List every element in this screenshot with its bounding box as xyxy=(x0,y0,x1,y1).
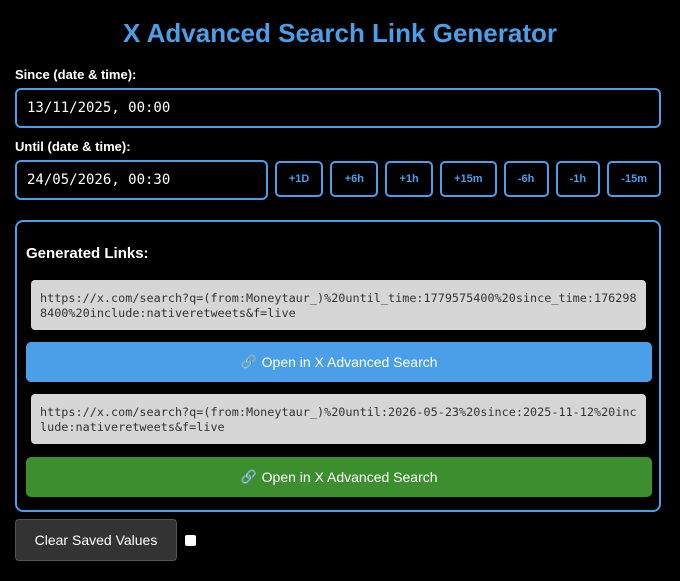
link-icon: 🔗 xyxy=(240,469,257,484)
open-link-button-timestamp[interactable]: 🔗 Open in X Advanced Search xyxy=(26,342,652,382)
open-link-button-date[interactable]: 🔗 Open in X Advanced Search xyxy=(26,457,652,497)
generated-links-panel: Generated Links: https://x.com/search?q=… xyxy=(15,220,661,512)
open-link-label: Open in X Advanced Search xyxy=(261,469,438,485)
since-label: Since (date & time): xyxy=(15,67,137,82)
minus-15-minutes-button[interactable]: -15m xyxy=(607,161,662,197)
since-input[interactable]: 13/11/2025, 00:00 xyxy=(15,88,661,128)
clear-saved-values-button[interactable]: Clear Saved Values xyxy=(15,519,177,561)
until-row: 24/05/2026, 00:30 +1D +6h +1h +15m -6h -… xyxy=(15,160,662,200)
bottom-controls: Clear Saved Values xyxy=(15,519,665,561)
until-input[interactable]: 24/05/2026, 00:30 xyxy=(15,160,268,200)
until-value: 24/05/2026, 00:30 xyxy=(27,172,171,188)
minus-1-hour-button[interactable]: -1h xyxy=(555,161,601,197)
page-title: X Advanced Search Link Generator xyxy=(123,18,557,48)
generated-links-title: Generated Links: xyxy=(26,245,149,262)
since-value: 13/11/2025, 00:00 xyxy=(27,100,171,116)
plus-1-hour-button[interactable]: +1h xyxy=(385,161,433,197)
until-label: Until (date & time): xyxy=(15,139,131,154)
plus-1-day-button[interactable]: +1D xyxy=(274,161,324,197)
link-text-timestamp[interactable]: https://x.com/search?q=(from:Moneytaur_)… xyxy=(31,280,646,330)
plus-15-minutes-button[interactable]: +15m xyxy=(440,161,497,197)
plus-6-hours-button[interactable]: +6h xyxy=(330,161,379,197)
checkbox[interactable] xyxy=(185,534,196,546)
link-text-date[interactable]: https://x.com/search?q=(from:Moneytaur_)… xyxy=(31,394,646,444)
page: X Advanced Search Link Generator Since (… xyxy=(0,0,680,581)
link-icon: 🔗 xyxy=(240,354,257,369)
open-link-label: Open in X Advanced Search xyxy=(261,354,438,370)
minus-6-hours-button[interactable]: -6h xyxy=(503,161,549,197)
